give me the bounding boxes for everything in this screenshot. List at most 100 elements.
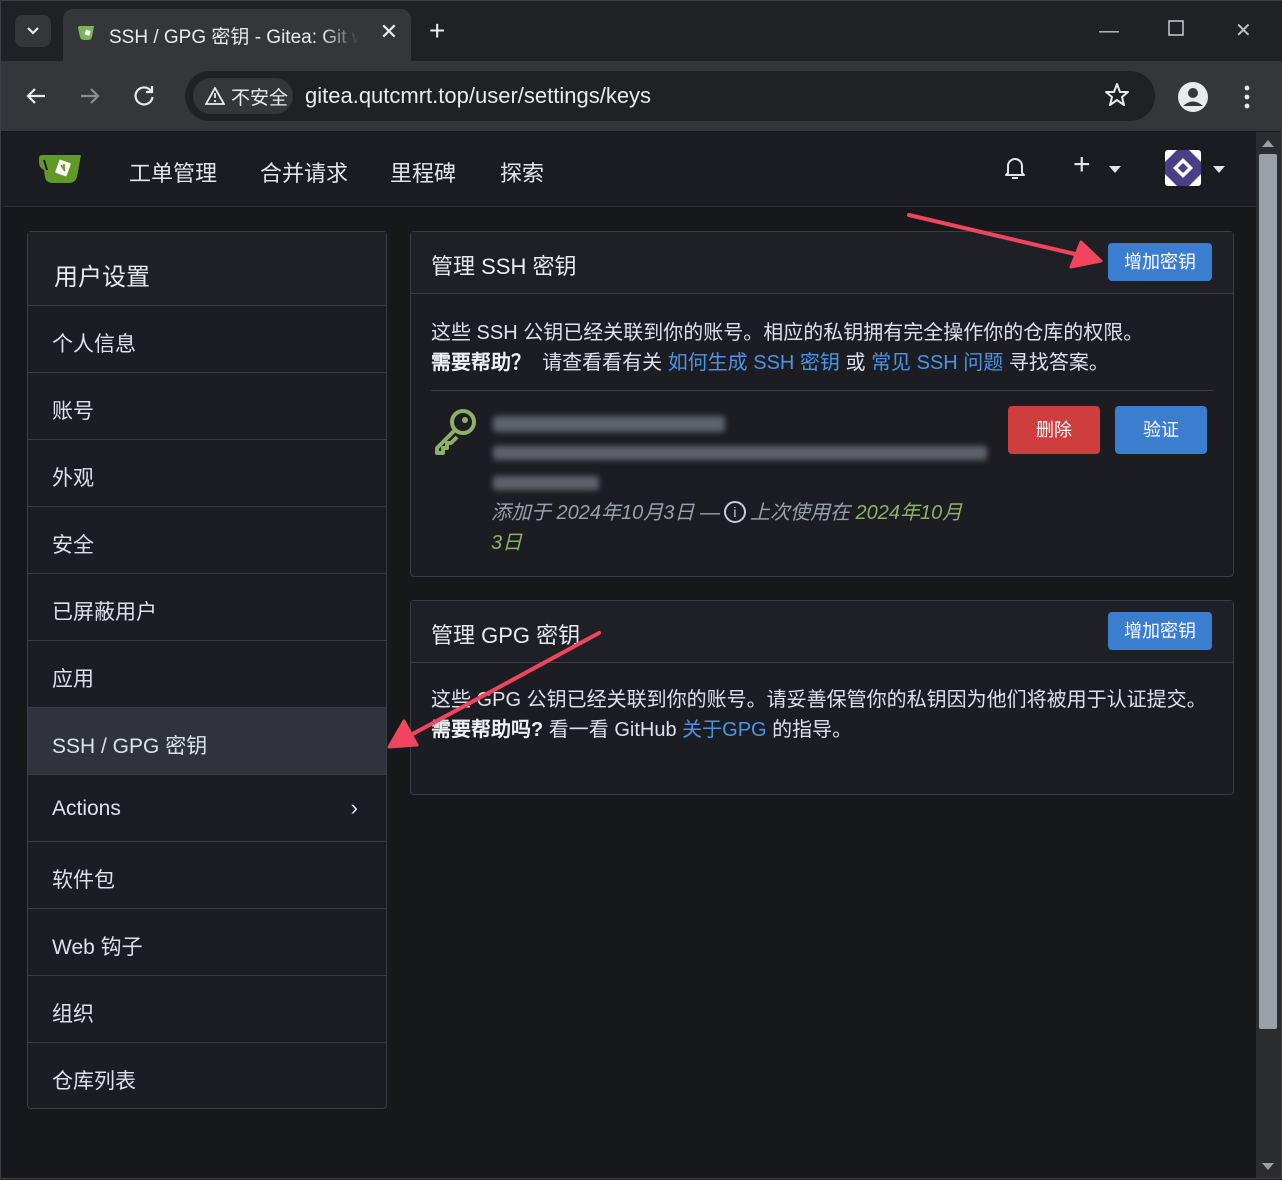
user-avatar[interactable]	[1165, 150, 1201, 186]
sidebar-item-label: 应用	[52, 668, 94, 691]
key-added-date: 添加于 2024年10月3日 —	[491, 502, 720, 524]
sidebar-item-appearance[interactable]: 外观	[28, 440, 386, 507]
nav-pull-requests[interactable]: 合并请求	[260, 156, 348, 188]
sidebar-item-blocked-users[interactable]: 已屏蔽用户	[28, 574, 386, 641]
avatar-caret-icon[interactable]	[1213, 166, 1225, 173]
sidebar-item-packages[interactable]: 软件包	[28, 842, 386, 909]
tab-close-icon[interactable]: ✕	[377, 20, 401, 44]
redacted-key-name	[493, 416, 725, 432]
warning-icon	[205, 87, 225, 105]
browser-toolbar: 不安全 gitea.qutcmrt.top/user/settings/keys	[1, 61, 1282, 131]
sidebar-item-label: 账号	[52, 400, 94, 423]
ssh-keys-panel: 管理 SSH 密钥 增加密钥 这些 SSH 公钥已经关联到你的账号。相应的私钥拥…	[410, 231, 1234, 577]
sidebar-item-label: SSH / GPG 密钥	[52, 735, 208, 758]
new-tab-button[interactable]: +	[429, 17, 445, 45]
sidebar-item-webhooks[interactable]: Web 钩子	[28, 909, 386, 976]
sidebar-item-profile[interactable]: 个人信息	[28, 306, 386, 373]
create-new-icon[interactable]: +	[1073, 148, 1091, 182]
gitea-favicon-icon	[78, 26, 94, 40]
security-chip[interactable]: 不安全	[193, 78, 293, 114]
gpg-description: 这些 GPG 公钥已经关联到你的账号。请妥善保管你的私钥因为他们将被用于认证提交…	[431, 689, 1207, 711]
gpg-help-suffix: 的指导。	[772, 719, 853, 741]
forward-arrow-icon[interactable]	[75, 81, 105, 111]
ssh-help-text: 请查看看有关	[542, 352, 663, 374]
address-bar[interactable]: 不安全 gitea.qutcmrt.top/user/settings/keys	[185, 71, 1155, 121]
sidebar-item-security[interactable]: 安全	[28, 507, 386, 574]
ssh-description: 这些 SSH 公钥已经关联到你的账号。相应的私钥拥有完全操作你的仓库的权限。	[431, 322, 1144, 344]
ssh-panel-title: 管理 SSH 密钥	[431, 254, 577, 279]
browser-window: SSH / GPG 密钥 - Gitea: Git w ✕ + — ✕ 不安全 …	[0, 0, 1282, 1179]
sidebar-item-label: Actions	[52, 797, 121, 820]
sidebar-item-label: Web 钩子	[52, 936, 143, 959]
tab-search-button[interactable]	[15, 15, 51, 47]
gpg-panel-title: 管理 GPG 密钥	[431, 623, 581, 648]
sidebar-item-label: 外观	[52, 467, 94, 490]
gpg-help-label: 需要帮助吗?	[431, 719, 544, 741]
tab-title: SSH / GPG 密钥 - Gitea: Git w	[109, 27, 359, 48]
browser-menu-icon[interactable]	[1237, 81, 1257, 113]
sidebar-item-label: 仓库列表	[52, 1070, 136, 1093]
gitea-navbar: 工单管理 合并请求 里程碑 探索 +	[3, 132, 1256, 207]
sidebar-item-account[interactable]: 账号	[28, 373, 386, 440]
window-close-icon[interactable]: ✕	[1235, 19, 1252, 43]
browser-tab-active[interactable]: SSH / GPG 密钥 - Gitea: Git w ✕	[63, 9, 411, 61]
ssh-panel-header: 管理 SSH 密钥 增加密钥	[411, 232, 1233, 294]
ssh-help-suffix: 寻找答案。	[1008, 352, 1109, 374]
gpg-panel-header: 管理 GPG 密钥 增加密钥	[411, 601, 1233, 663]
sidebar-item-applications[interactable]: 应用	[28, 641, 386, 708]
sidebar-title: 用户设置	[28, 232, 386, 306]
chevron-right-icon: ›	[350, 795, 358, 820]
nav-issues[interactable]: 工单管理	[129, 156, 217, 188]
ssh-help-label: 需要帮助？	[431, 352, 531, 374]
delete-key-button[interactable]: 删除	[1008, 406, 1100, 454]
key-last-used-label: 上次使用在	[749, 502, 850, 524]
nav-milestones[interactable]: 里程碑	[390, 156, 456, 188]
sidebar-item-actions[interactable]: Actions ›	[28, 775, 386, 842]
redacted-key-fingerprint-tail	[493, 476, 599, 490]
sidebar-item-repositories[interactable]: 仓库列表	[28, 1043, 386, 1110]
redacted-key-fingerprint	[493, 446, 987, 460]
divider	[431, 390, 1213, 391]
maximize-icon[interactable]	[1167, 19, 1185, 43]
sidebar-item-label: 安全	[52, 534, 94, 557]
ssh-panel-body: 这些 SSH 公钥已经关联到你的账号。相应的私钥拥有完全操作你的仓库的权限。 需…	[411, 294, 1233, 378]
sidebar-item-organizations[interactable]: 组织	[28, 976, 386, 1043]
reload-icon[interactable]	[129, 81, 159, 111]
sidebar-item-label: 软件包	[52, 869, 115, 892]
key-last-used-date-cont: 3日	[491, 532, 523, 554]
info-icon: i	[723, 501, 746, 523]
add-gpg-key-button[interactable]: 增加密钥	[1108, 612, 1212, 650]
gpg-help-line: 需要帮助吗? 看一看 GitHub 关于GPG 的指导。	[431, 715, 1213, 745]
verify-key-button[interactable]: 验证	[1115, 406, 1207, 454]
key-last-used-date: 2024年10月	[855, 502, 963, 524]
scroll-down-icon[interactable]	[1262, 1163, 1274, 1170]
scrollbar-thumb[interactable]	[1259, 154, 1277, 1029]
add-ssh-key-button[interactable]: 增加密钥	[1108, 243, 1212, 281]
sidebar-item-ssh-gpg-keys[interactable]: SSH / GPG 密钥	[28, 708, 386, 775]
page-scrollbar[interactable]	[1256, 132, 1281, 1178]
back-arrow-icon[interactable]	[21, 81, 51, 111]
notification-bell-icon[interactable]	[1001, 154, 1029, 182]
ssh-key-meta: 添加于 2024年10月3日 — i 上次使用在 2024年10月 3日	[491, 498, 991, 558]
ssh-help-or: 或	[845, 352, 866, 374]
minimize-icon[interactable]: —	[1099, 19, 1119, 43]
security-label: 不安全	[231, 87, 289, 109]
link-about-gpg[interactable]: 关于GPG	[682, 719, 766, 741]
bookmark-star-icon[interactable]	[1103, 81, 1131, 109]
ssh-help-line: 需要帮助？ 请查看看有关 如何生成 SSH 密钥 或 常见 SSH 问题 寻找答…	[431, 348, 1213, 378]
sidebar-item-label: 组织	[52, 1003, 94, 1026]
page-viewport: 工单管理 合并请求 里程碑 探索 + 用户设置 个人信息 账号 外观 安全 已屏…	[3, 132, 1256, 1178]
link-generate-ssh-key[interactable]: 如何生成 SSH 密钥	[668, 352, 840, 374]
gpg-help-text: 看一看 GitHub	[548, 719, 677, 741]
gitea-logo-icon[interactable]	[37, 150, 85, 186]
scroll-up-icon[interactable]	[1262, 140, 1274, 147]
sidebar-item-label: 已屏蔽用户	[52, 601, 157, 624]
create-caret-icon[interactable]	[1109, 166, 1121, 173]
url-text[interactable]: gitea.qutcmrt.top/user/settings/keys	[305, 83, 651, 109]
link-common-ssh-issues[interactable]: 常见 SSH 问题	[871, 352, 1003, 374]
profile-icon[interactable]	[1177, 81, 1209, 113]
gpg-panel-body: 这些 GPG 公钥已经关联到你的账号。请妥善保管你的私钥因为他们将被用于认证提交…	[411, 663, 1233, 745]
tab-strip: SSH / GPG 密钥 - Gitea: Git w ✕ + — ✕	[1, 1, 1282, 61]
settings-sidebar: 用户设置 个人信息 账号 外观 安全 已屏蔽用户 应用 SSH / GPG 密钥…	[27, 231, 387, 1109]
nav-explore[interactable]: 探索	[500, 156, 544, 188]
